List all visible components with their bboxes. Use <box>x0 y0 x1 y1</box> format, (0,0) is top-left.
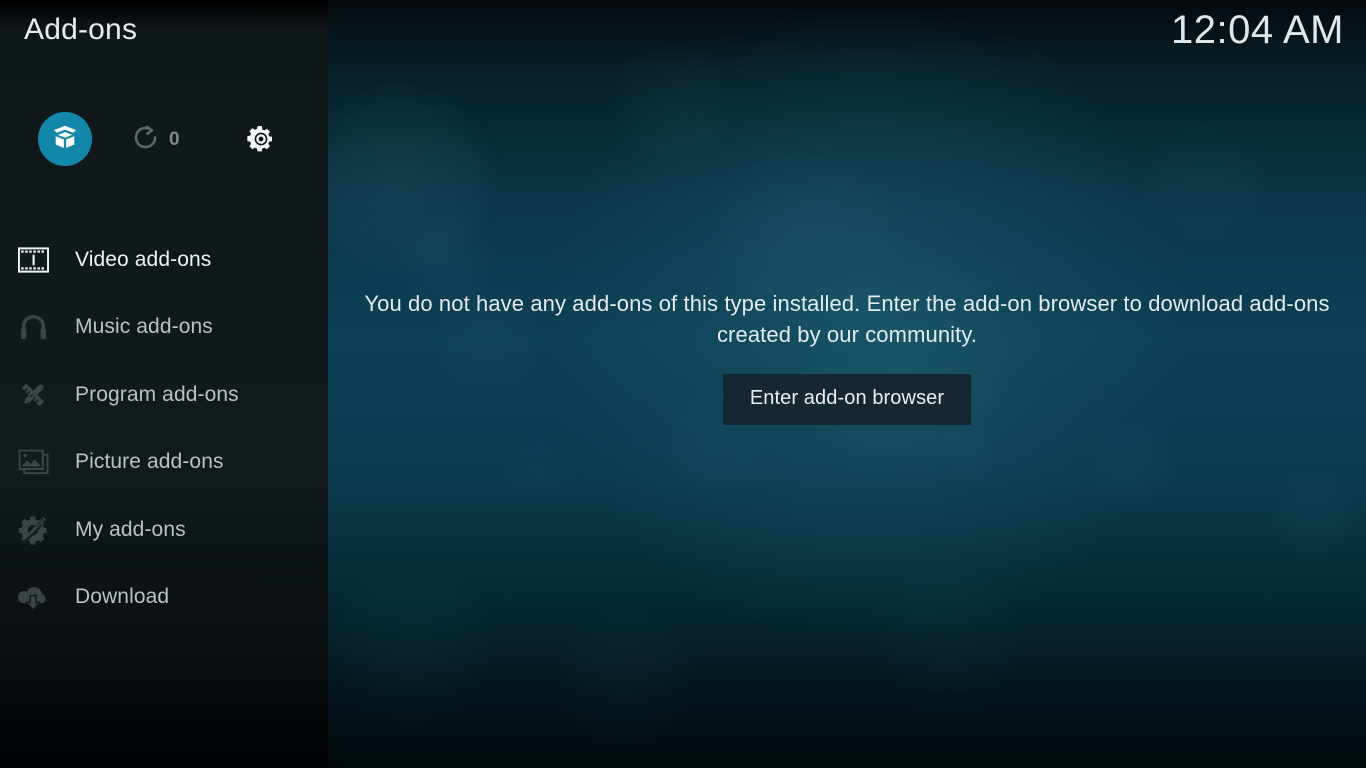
enter-addon-browser-button[interactable]: Enter add-on browser <box>722 373 972 425</box>
refresh-icon <box>132 124 159 156</box>
sidebar-item-label: Picture add-ons <box>75 450 224 474</box>
picture-icon <box>16 445 50 479</box>
sidebar-item-download[interactable]: Download <box>0 564 328 632</box>
gear-icon <box>245 126 277 159</box>
sidebar-menu: Video add-ons Music add-ons Program add-… <box>0 226 328 631</box>
sidebar-item-picture-addons[interactable]: Picture add-ons <box>0 429 328 497</box>
refresh-control[interactable]: 0 <box>132 124 180 156</box>
sidebar-item-music-addons[interactable]: Music add-ons <box>0 294 328 362</box>
sidebar-item-program-addons[interactable]: Program add-ons <box>0 361 328 429</box>
empty-state-message: You do not have any add-ons of this type… <box>364 290 1330 347</box>
open-box-icon <box>51 123 79 156</box>
sidebar-toolbar: 0 <box>0 112 328 166</box>
refresh-count: 0 <box>169 129 180 150</box>
kodi-addons-screen: 12:04 AM You do not have any add-ons of … <box>0 0 1366 768</box>
settings-button[interactable] <box>245 123 277 160</box>
sidebar-item-label: My add-ons <box>75 517 186 541</box>
sidebar-item-video-addons[interactable]: Video add-ons <box>0 226 328 294</box>
gear-screwdriver-icon <box>16 513 50 547</box>
empty-state: You do not have any add-ons of this type… <box>328 0 1366 768</box>
headphones-icon <box>16 310 50 344</box>
page-title: Add-ons <box>24 13 138 46</box>
film-strip-icon <box>16 243 50 277</box>
sidebar: Add-ons 0 Video add-ons Music add-ons Pr… <box>0 0 328 768</box>
addon-badge-button[interactable] <box>38 112 92 166</box>
sidebar-item-label: Program add-ons <box>75 382 239 406</box>
sidebar-item-label: Video add-ons <box>75 247 212 271</box>
pencil-ruler-icon <box>16 378 50 412</box>
sidebar-item-my-addons[interactable]: My add-ons <box>0 496 328 564</box>
sidebar-item-label: Download <box>75 585 170 609</box>
cloud-download-icon <box>16 580 50 614</box>
sidebar-item-label: Music add-ons <box>75 315 213 339</box>
